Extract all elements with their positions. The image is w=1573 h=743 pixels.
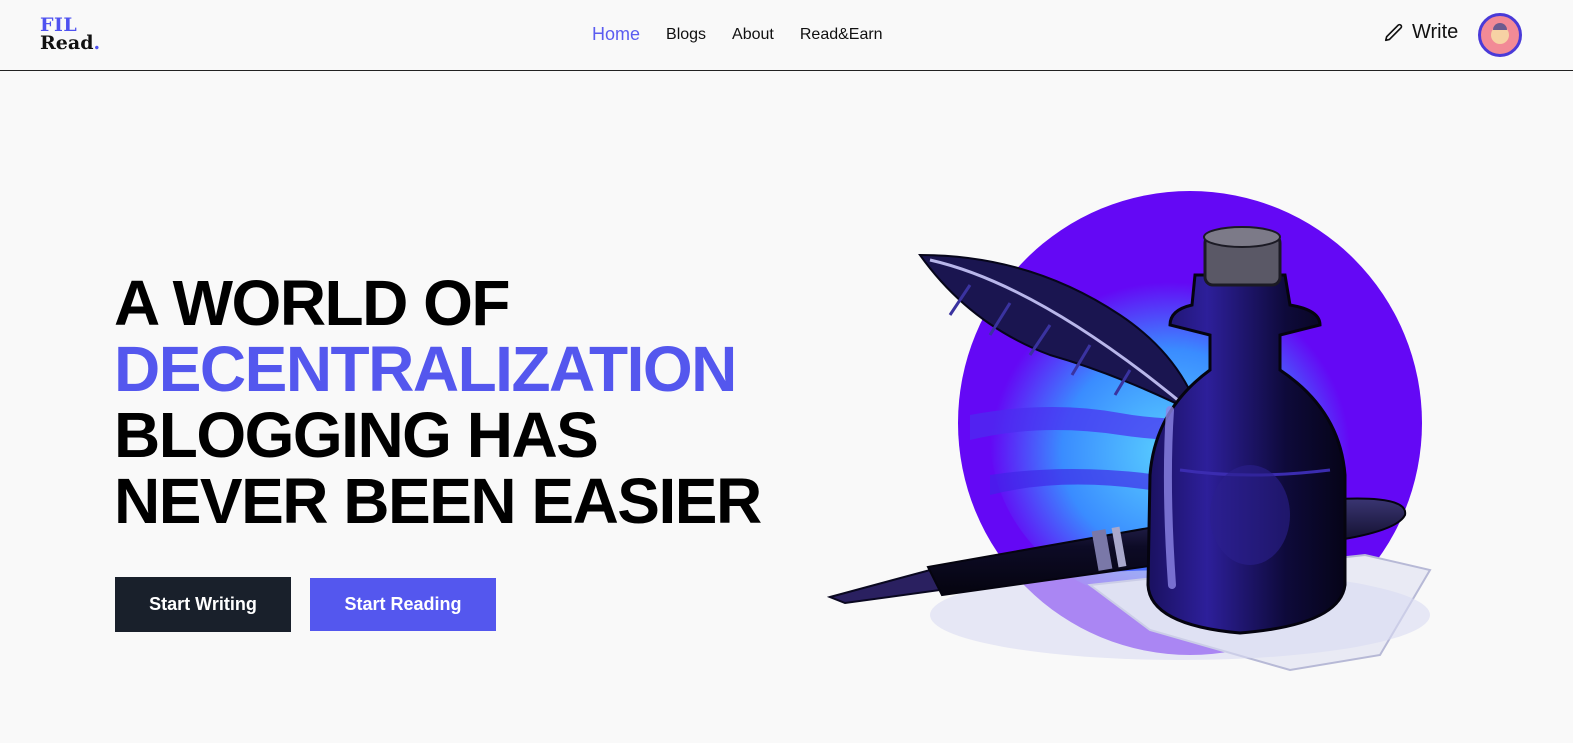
write-button-label: Write [1412, 21, 1459, 43]
nav-read-earn-link[interactable]: Read&Earn [800, 25, 883, 45]
hero-line-2: DECENTRALIZATION [114, 333, 737, 405]
nav-blogs-link[interactable]: Blogs [666, 25, 706, 45]
write-button[interactable]: Write [1383, 21, 1458, 44]
main-nav: Home Blogs About Read&Earn [592, 24, 909, 45]
user-avatar[interactable] [1478, 13, 1522, 57]
hero-line-3: BLOGGING HAS [114, 399, 599, 471]
nav-about-link[interactable]: About [732, 25, 774, 45]
start-writing-button[interactable]: Start Writing [115, 577, 291, 632]
top-navbar: FIL Read. Home Blogs About Read&Earn Wri… [0, 0, 1573, 71]
ink-bottle-quill-illustration [826, 191, 1432, 672]
brand-logo-dot: . [93, 32, 101, 54]
brand-logo-word: Read [40, 32, 94, 54]
pencil-icon [1384, 23, 1403, 41]
start-reading-button[interactable]: Start Reading [310, 578, 496, 631]
nav-home-link[interactable]: Home [592, 24, 640, 45]
brand-logo[interactable]: FIL Read. [40, 16, 101, 54]
hero-line-4: NEVER BEEN EASIER [114, 465, 762, 537]
hero-line-1: A WORLD OF [114, 267, 510, 339]
brand-logo-line2: Read. [40, 32, 101, 54]
hero-headline: A WORLD OF DECENTRALIZATION BLOGGING HAS… [114, 267, 762, 537]
avatar-face-icon [1491, 23, 1509, 44]
